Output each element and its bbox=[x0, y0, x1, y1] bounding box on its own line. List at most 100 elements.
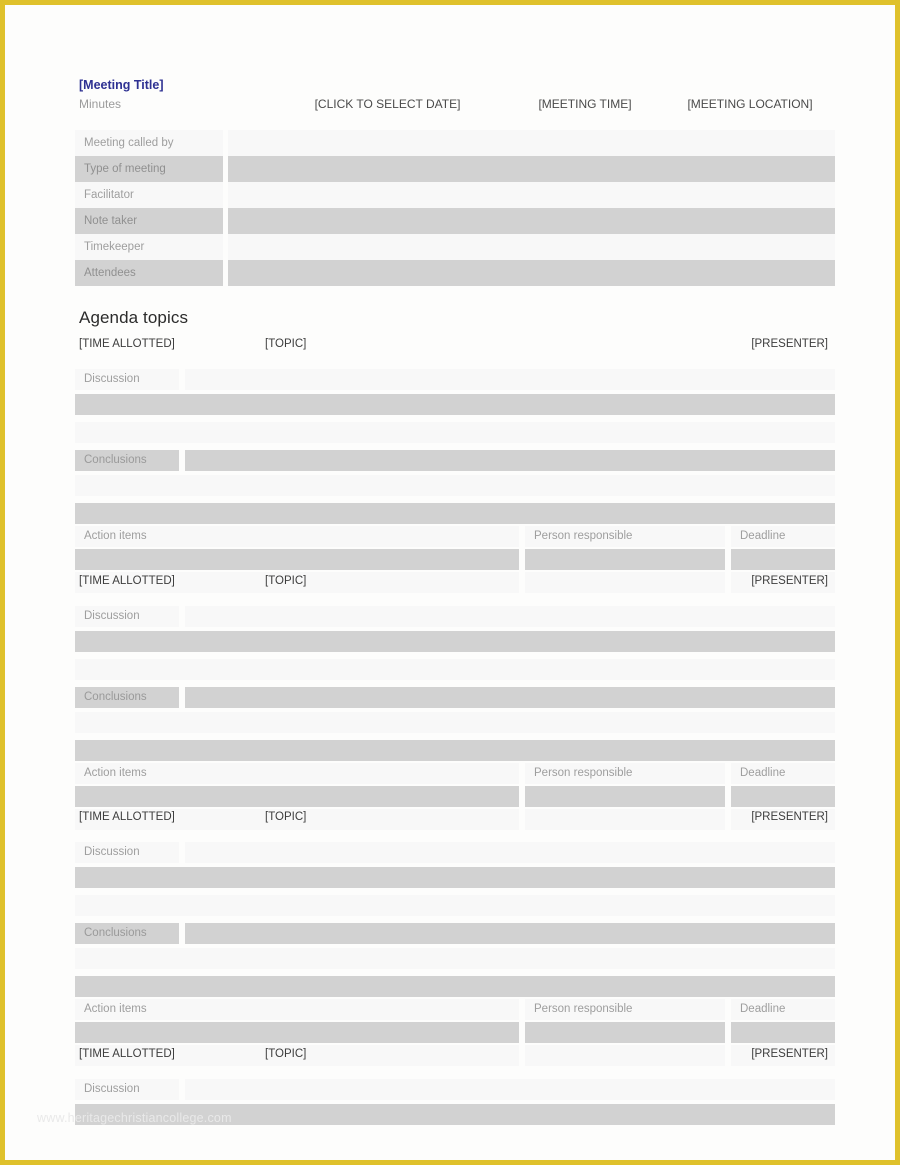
conclusions-label: Conclusions bbox=[75, 687, 179, 708]
conclusions-band[interactable] bbox=[75, 948, 835, 969]
info-label-type-of-meeting: Type of meeting bbox=[75, 156, 223, 182]
agenda-block-header: [TIME ALLOTTED] [TOPIC] [PRESENTER] bbox=[75, 338, 835, 358]
meeting-subheader-row: Minutes [CLICK TO SELECT DATE] [MEETING … bbox=[75, 97, 835, 115]
agenda-topic[interactable]: [TOPIC] bbox=[265, 1048, 306, 1060]
discussion-label: Discussion bbox=[75, 1079, 179, 1100]
deadline-value[interactable] bbox=[731, 549, 835, 570]
action-items-header-row: Action items Person responsible Deadline bbox=[75, 999, 835, 1020]
conclusions-value[interactable] bbox=[185, 923, 835, 944]
agenda-time-allotted[interactable]: [TIME ALLOTTED] bbox=[79, 338, 175, 350]
action-items-row bbox=[75, 1022, 835, 1043]
info-value-meeting-called-by[interactable] bbox=[228, 130, 835, 156]
agenda-block-header: [TIME ALLOTTED] [TOPIC] [PRESENTER] bbox=[75, 575, 835, 595]
agenda-time-allotted[interactable]: [TIME ALLOTTED] bbox=[79, 575, 175, 587]
deadline-label: Deadline bbox=[731, 999, 835, 1020]
agenda-block: [TIME ALLOTTED] [TOPIC] [PRESENTER] Disc… bbox=[75, 575, 835, 830]
table-row: Note taker bbox=[75, 208, 835, 234]
conclusions-row: Conclusions bbox=[75, 687, 835, 708]
person-responsible-label: Person responsible bbox=[525, 999, 725, 1020]
conclusions-band[interactable] bbox=[75, 712, 835, 733]
action-items-label: Action items bbox=[75, 526, 519, 547]
agenda-block: [TIME ALLOTTED] [TOPIC] [PRESENTER] Disc… bbox=[75, 811, 835, 1066]
site-watermark: www.heritagechristiancollege.com bbox=[37, 1111, 232, 1125]
deadline-value[interactable] bbox=[731, 786, 835, 807]
action-item-value[interactable] bbox=[75, 786, 519, 807]
conclusions-value[interactable] bbox=[185, 450, 835, 471]
deadline-value[interactable] bbox=[731, 1022, 835, 1043]
action-items-header-row: Action items Person responsible Deadline bbox=[75, 526, 835, 547]
agenda-topic[interactable]: [TOPIC] bbox=[265, 811, 306, 823]
meeting-info-table: Meeting called by Type of meeting Facili… bbox=[75, 130, 835, 286]
discussion-band[interactable] bbox=[75, 631, 835, 652]
discussion-band[interactable] bbox=[75, 422, 835, 443]
agenda-time-allotted[interactable]: [TIME ALLOTTED] bbox=[79, 811, 175, 823]
table-row: Meeting called by bbox=[75, 130, 835, 156]
discussion-row: Discussion bbox=[75, 1079, 835, 1100]
discussion-band[interactable] bbox=[75, 659, 835, 680]
discussion-label: Discussion bbox=[75, 606, 179, 627]
agenda-block-header: [TIME ALLOTTED] [TOPIC] [PRESENTER] bbox=[75, 1048, 835, 1068]
action-items-row bbox=[75, 786, 835, 807]
info-value-timekeeper[interactable] bbox=[228, 234, 835, 260]
person-responsible-value[interactable] bbox=[525, 549, 725, 570]
deadline-label: Deadline bbox=[731, 763, 835, 784]
agenda-presenter[interactable]: [PRESENTER] bbox=[751, 338, 828, 350]
discussion-band[interactable] bbox=[75, 867, 835, 888]
agenda-topic[interactable]: [TOPIC] bbox=[265, 338, 306, 350]
meeting-time-field[interactable]: [MEETING TIME] bbox=[475, 97, 695, 111]
table-row: Attendees bbox=[75, 260, 835, 286]
conclusions-label: Conclusions bbox=[75, 923, 179, 944]
discussion-row: Discussion bbox=[75, 842, 835, 863]
agenda-topics-heading: Agenda topics bbox=[79, 308, 189, 327]
info-label-meeting-called-by: Meeting called by bbox=[75, 130, 223, 156]
info-value-type-of-meeting[interactable] bbox=[228, 156, 835, 182]
discussion-value[interactable] bbox=[185, 1079, 835, 1100]
info-label-timekeeper: Timekeeper bbox=[75, 234, 223, 260]
meeting-header: [Meeting Title] Minutes [CLICK TO SELECT… bbox=[75, 77, 835, 115]
agenda-block: [TIME ALLOTTED] [TOPIC] [PRESENTER] Disc… bbox=[75, 338, 835, 593]
discussion-band[interactable] bbox=[75, 394, 835, 415]
agenda-presenter[interactable]: [PRESENTER] bbox=[751, 811, 828, 823]
discussion-row: Discussion bbox=[75, 369, 835, 390]
agenda-time-allotted[interactable]: [TIME ALLOTTED] bbox=[79, 1048, 175, 1060]
action-item-value[interactable] bbox=[75, 1022, 519, 1043]
agenda-topic[interactable]: [TOPIC] bbox=[265, 575, 306, 587]
table-row: Timekeeper bbox=[75, 234, 835, 260]
conclusions-band[interactable] bbox=[75, 976, 835, 997]
conclusions-band[interactable] bbox=[75, 503, 835, 524]
meeting-title[interactable]: [Meeting Title] bbox=[79, 77, 835, 93]
conclusions-label: Conclusions bbox=[75, 450, 179, 471]
table-row: Type of meeting bbox=[75, 156, 835, 182]
discussion-band[interactable] bbox=[75, 895, 835, 916]
discussion-label: Discussion bbox=[75, 842, 179, 863]
agenda-presenter[interactable]: [PRESENTER] bbox=[751, 1048, 828, 1060]
person-responsible-value[interactable] bbox=[525, 1022, 725, 1043]
conclusions-band[interactable] bbox=[75, 740, 835, 761]
discussion-value[interactable] bbox=[185, 606, 835, 627]
info-label-facilitator: Facilitator bbox=[75, 182, 223, 208]
meeting-date-field[interactable]: [CLICK TO SELECT DATE] bbox=[275, 97, 500, 111]
discussion-row: Discussion bbox=[75, 606, 835, 627]
conclusions-value[interactable] bbox=[185, 687, 835, 708]
agenda-presenter[interactable]: [PRESENTER] bbox=[751, 575, 828, 587]
conclusions-row: Conclusions bbox=[75, 923, 835, 944]
conclusions-row: Conclusions bbox=[75, 450, 835, 471]
agenda-block-header: [TIME ALLOTTED] [TOPIC] [PRESENTER] bbox=[75, 811, 835, 831]
info-value-facilitator[interactable] bbox=[228, 182, 835, 208]
action-items-label: Action items bbox=[75, 763, 519, 784]
person-responsible-value[interactable] bbox=[525, 786, 725, 807]
discussion-label: Discussion bbox=[75, 369, 179, 390]
info-value-note-taker[interactable] bbox=[228, 208, 835, 234]
info-label-note-taker: Note taker bbox=[75, 208, 223, 234]
info-value-attendees[interactable] bbox=[228, 260, 835, 286]
action-item-value[interactable] bbox=[75, 549, 519, 570]
page-sheet: [Meeting Title] Minutes [CLICK TO SELECT… bbox=[5, 5, 895, 1160]
conclusions-band[interactable] bbox=[75, 475, 835, 496]
deadline-label: Deadline bbox=[731, 526, 835, 547]
action-items-header-row: Action items Person responsible Deadline bbox=[75, 763, 835, 784]
person-responsible-label: Person responsible bbox=[525, 763, 725, 784]
discussion-value[interactable] bbox=[185, 369, 835, 390]
meeting-location-field[interactable]: [MEETING LOCATION] bbox=[665, 97, 835, 111]
discussion-value[interactable] bbox=[185, 842, 835, 863]
info-label-attendees: Attendees bbox=[75, 260, 223, 286]
